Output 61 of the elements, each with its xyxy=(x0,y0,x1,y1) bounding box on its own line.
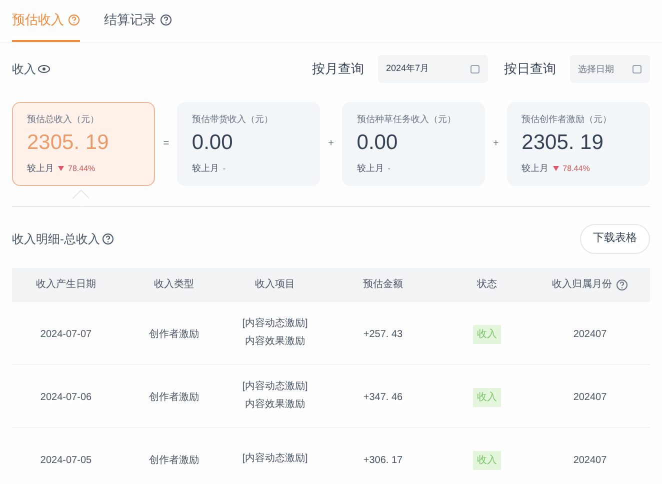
table-cell-text: [内容动态激励] xyxy=(242,316,308,330)
operator-sign: + xyxy=(327,137,335,151)
column-header: 状态 xyxy=(477,278,497,292)
table-cell: 创作者激励 xyxy=(149,454,199,466)
table-cell-text: [内容动态激励] xyxy=(242,380,308,394)
help-icon xyxy=(102,232,114,244)
card-title: 预估带货收入（元） xyxy=(192,112,274,126)
change-value: - xyxy=(222,162,226,175)
section-title: 收入明细-总收入 xyxy=(12,230,100,248)
change-value: - xyxy=(388,162,390,175)
column-header: 收入项目 xyxy=(255,278,295,292)
card-value: 2305. 19 xyxy=(27,130,110,156)
table-cell: +306. 17 xyxy=(363,454,403,466)
status-badge: 收入 xyxy=(473,450,501,470)
table-cell: 202407 xyxy=(573,328,607,340)
table-cell: +257. 43 xyxy=(363,328,403,340)
compare-label: 较上月 xyxy=(192,162,219,175)
table-cell: 202407 xyxy=(573,392,607,402)
table-cell: +347. 46 xyxy=(363,392,403,402)
card-title: 预估种草任务收入（元） xyxy=(356,112,457,126)
compare-label: 较上月 xyxy=(356,162,384,175)
table-cell: 2024-07-06 xyxy=(40,392,92,402)
field-label: 按日查询 xyxy=(504,60,556,78)
operator-sign: + xyxy=(492,137,500,151)
column-header: 预估金额 xyxy=(363,278,403,292)
change-value: 78.44% xyxy=(562,162,590,175)
compare-label: 较上月 xyxy=(27,162,54,175)
table-cell: 创作者激励 xyxy=(149,392,199,402)
card-title: 预估总收入（元） xyxy=(27,112,100,126)
eye-icon[interactable] xyxy=(38,64,50,72)
table-cell: 2024-07-05 xyxy=(40,454,92,466)
table-cell: 202407 xyxy=(573,454,607,466)
month-picker[interactable]: 2024年7月 xyxy=(378,54,488,82)
compare-label: 较上月 xyxy=(522,162,549,175)
card-title: 预估创作者激励（元） xyxy=(522,112,613,126)
column-header: 收入归属月份 xyxy=(552,278,612,292)
table-cell: 创作者激励 xyxy=(149,328,199,340)
table-cell-text: 内容效果激励 xyxy=(245,334,305,348)
help-icon xyxy=(616,278,628,290)
help-icon xyxy=(68,14,80,26)
date-picker[interactable]: 选择日期 xyxy=(570,54,650,82)
operator-sign: = xyxy=(162,137,170,151)
download-button[interactable]: 下载表格 xyxy=(580,224,650,254)
card-value: 2305. 19 xyxy=(522,130,604,156)
table-cell: 2024-07-07 xyxy=(40,328,92,340)
change-value: 78.44% xyxy=(68,162,96,175)
column-header: 收入类型 xyxy=(154,278,194,292)
table-cell-text: [内容动态激励] xyxy=(242,452,308,466)
section-title: 收入 xyxy=(12,60,36,78)
status-badge: 收入 xyxy=(473,324,501,344)
income-card[interactable]: 预估创作者激励（元） 2305. 19 较上月 78.44% xyxy=(506,102,650,186)
income-card[interactable]: 预估种草任务收入（元） 0.00 较上月 - xyxy=(342,102,486,186)
card-value: 0.00 xyxy=(356,130,399,156)
help-icon xyxy=(160,14,172,26)
field-label: 按月查询 xyxy=(312,60,364,78)
income-card[interactable]: 预估带货收入（元） 0.00 较上月 - xyxy=(176,102,320,186)
column-header: 收入产生日期 xyxy=(36,278,96,292)
card-value: 0.00 xyxy=(192,130,234,156)
status-badge: 收入 xyxy=(473,388,501,406)
tab[interactable]: 结算记录 xyxy=(104,10,172,42)
table-cell-text: 内容效果激励 xyxy=(245,398,305,412)
